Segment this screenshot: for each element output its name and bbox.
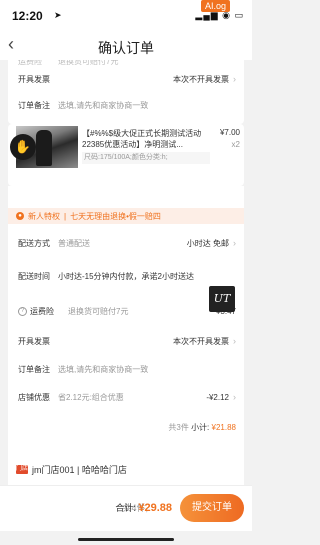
delivery-time-value: 小时达-15分钟内付款，承诺2小时送达 <box>58 271 195 281</box>
remark-label: 订单备注 <box>18 100 50 110</box>
promo-divider: | <box>64 211 67 221</box>
delivery-time-row: 配送时间 小时达-15分钟内付款，承诺2小时送达 <box>18 260 236 292</box>
checkout-bar: 共4件, 合计: ¥29.88 提交订单 <box>0 485 252 531</box>
store-coupon-row[interactable]: 店铺优惠 省2.12元:组合优惠 -¥2.12 › <box>18 384 236 410</box>
total-label: 合计: <box>115 503 136 513</box>
remark-row[interactable]: 订单备注 选填,请先和商家协商一致 <box>18 356 236 382</box>
promo-icon: ● <box>16 212 24 220</box>
order-subtotal: 共3件 小计: ¥21.88 <box>168 422 236 433</box>
store-coupon-value: 省2.12元:组合优惠 <box>58 392 124 402</box>
promo-tag: 新人特权 <box>28 211 60 221</box>
remark-label: 订单备注 <box>18 364 50 374</box>
location-arrow-icon: ➤ <box>54 10 62 20</box>
delivery-method-label: 配送方式 <box>18 238 50 248</box>
subtotal-label: 小计: <box>191 423 210 432</box>
home-indicator <box>78 538 174 541</box>
hand-icon: ✋ <box>10 134 36 160</box>
nav-bar: ‹ 确认订单 <box>0 30 252 60</box>
delivery-method-value: 普通配送 <box>58 238 90 248</box>
remark-row[interactable]: 订单备注 选填,请先和商家协商一致 <box>18 92 236 118</box>
chevron-right-icon: › <box>233 238 236 248</box>
remark-input[interactable]: 选填,请先和商家协商一致 <box>58 100 236 111</box>
signal-wifi-battery-icons: ▂▄▆ ◉ ▭ <box>195 10 244 20</box>
store-icon: 门店 <box>16 464 29 474</box>
store-header[interactable]: 门店 jm门店001 | 哈哈哈门店 <box>8 456 244 482</box>
product-quantity: x2 <box>231 140 240 149</box>
subtotal-amount: ¥21.88 <box>211 423 236 432</box>
invoice-row[interactable]: 开具发票 本次不开具发票 › <box>18 66 236 92</box>
chevron-right-icon: › <box>233 74 236 84</box>
page-title: 确认订单 <box>98 40 154 56</box>
invoice-value: 本次不开具发票 <box>173 336 229 346</box>
shipping-insurance-value: 退换货可赔付7元 <box>68 306 129 316</box>
chevron-right-icon: › <box>233 336 236 346</box>
product-title: 【#%%$级大促正式长期测试活动22385优惠活动】净明测试... <box>82 129 202 149</box>
remark-input[interactable]: 选填,请先和商家协商一致 <box>58 364 236 375</box>
total-wrap: 合计: ¥29.88 <box>115 501 172 514</box>
order-content[interactable]: 运费险 退换货可赔付7元 开具发票 本次不开具发票 › 订单备注 选填,请先和商… <box>0 60 252 485</box>
shipping-insurance-label-wrap: ? 运费险 <box>18 306 68 317</box>
invoice-row[interactable]: 开具发票 本次不开具发票 › <box>18 328 236 354</box>
total-amount: ¥29.88 <box>138 502 172 514</box>
promo-text: 七天无理由退换•假一赔四 <box>70 211 161 221</box>
floating-ut-button[interactable]: UT <box>209 286 235 312</box>
invoice-value: 本次不开具发票 <box>173 74 229 84</box>
delivery-time-label: 配送时间 <box>18 271 50 281</box>
chevron-right-icon: › <box>233 392 236 402</box>
submit-order-button[interactable]: 提交订单 <box>180 494 244 522</box>
invoice-label: 开具发票 <box>18 74 50 84</box>
product-item[interactable]: ✋ 【#%%$级大促正式长期测试活动22385优惠活动】净明测试... 尺码:1… <box>8 124 244 186</box>
store-coupon-label: 店铺优惠 <box>18 392 50 402</box>
previous-order-card: 运费险 退换货可赔付7元 开具发票 本次不开具发票 › 订单备注 选填,请先和商… <box>8 60 244 124</box>
subtotal-count: 共3件 <box>168 423 189 432</box>
invoice-label: 开具发票 <box>18 336 50 346</box>
delivery-method-right: 小时达 免邮 <box>186 238 229 248</box>
store-coupon-amount: -¥2.12 <box>206 392 229 402</box>
help-icon[interactable]: ? <box>18 306 27 316</box>
delivery-method-row[interactable]: 配送方式 普通配送 小时达 免邮 › <box>18 230 236 256</box>
promo-banner: ● 新人特权 | 七天无理由退换•假一赔四 <box>8 208 244 224</box>
product-spec: 尺码:175/100A;颜色分类:h; <box>82 152 210 164</box>
status-time: 12:20 <box>12 9 43 23</box>
product-price: ¥7.00 <box>219 128 240 137</box>
shipping-insurance-row[interactable]: ? 运费险 退换货可赔付7元 ¥3.47 <box>18 298 236 324</box>
status-bar: 12:20 ➤ AI.og ▂▄▆ ◉ ▭ <box>0 0 252 30</box>
shipping-insurance-label: 运费险 <box>30 306 54 316</box>
store-name: jm门店001 | 哈哈哈门店 <box>32 464 127 475</box>
